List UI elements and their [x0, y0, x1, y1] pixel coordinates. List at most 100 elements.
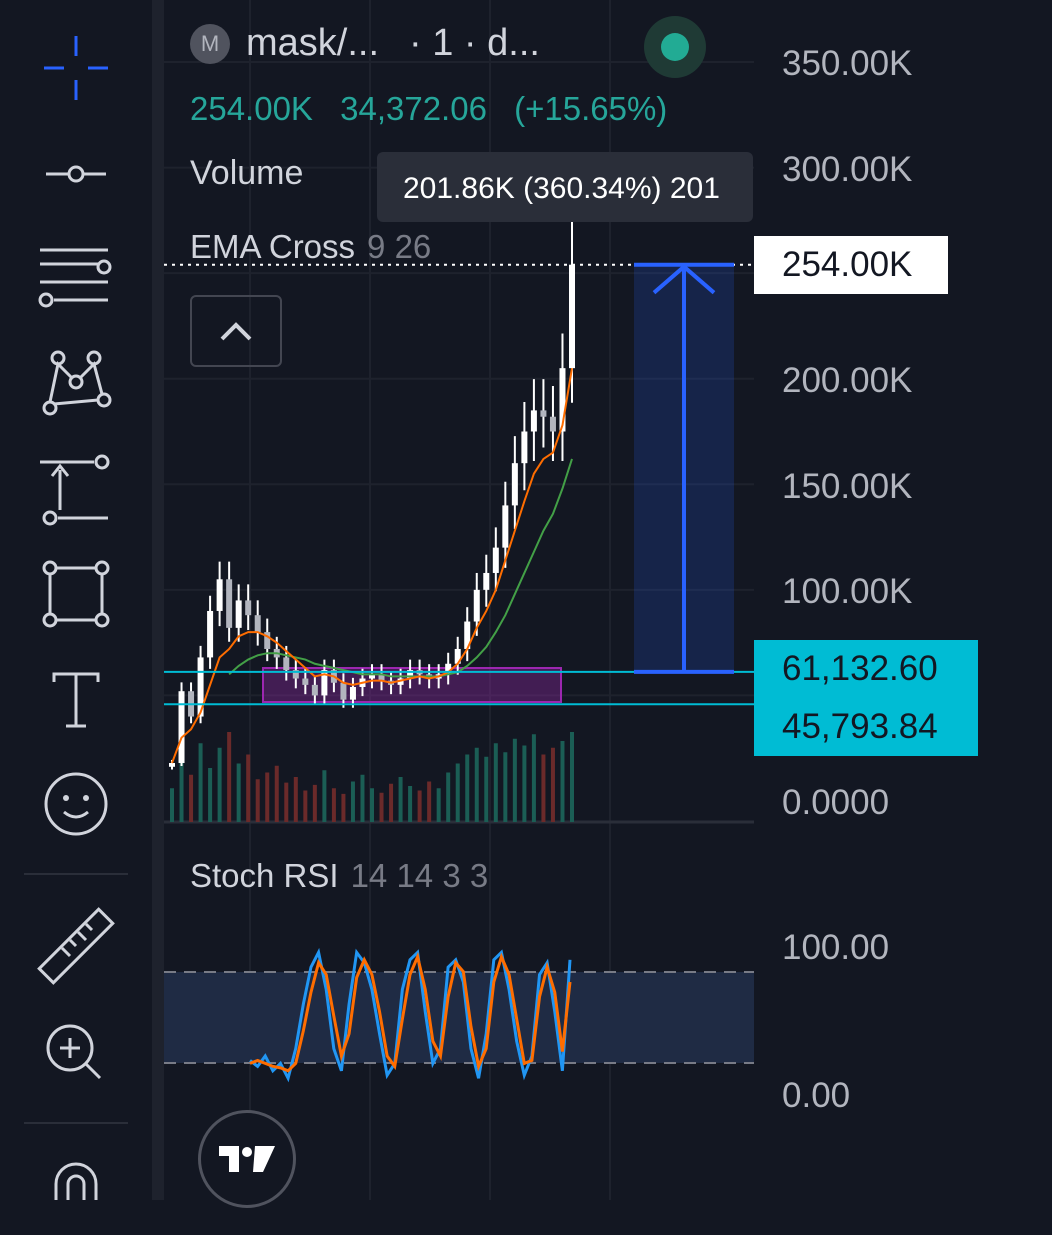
ema-params: 9 26: [367, 228, 432, 265]
interval-label: · 1 · d...: [409, 22, 540, 64]
quote-legend: 254.00K 34,372.06 (+15.65%): [190, 90, 685, 128]
symbol-legend[interactable]: M mask/... · 1 · d...: [190, 22, 540, 65]
stoch-y-tick-label: 100.00: [782, 928, 890, 967]
volume-bar: [493, 743, 498, 822]
y-tick-label: 300.00K: [782, 150, 913, 189]
candle-body: [502, 505, 509, 548]
volume-bar: [389, 783, 394, 822]
candle-body: [340, 682, 347, 700]
volume-tooltip-text: 201.86K (360.34%) 201: [403, 172, 720, 205]
candle-body: [521, 431, 528, 464]
volume-bar: [322, 770, 327, 822]
volume-bar: [522, 745, 527, 822]
volume-bar: [560, 741, 565, 822]
tradingview-logo-icon: [219, 1146, 275, 1172]
volume-bar: [284, 782, 289, 822]
candle-body: [492, 547, 499, 573]
volume-bar: [170, 788, 174, 822]
volume-bar: [198, 743, 203, 822]
volume-bar: [303, 790, 308, 822]
volume-bar: [436, 788, 441, 822]
candle-body: [283, 657, 290, 671]
candle-body: [349, 686, 356, 700]
y-tick-label: 100.00K: [782, 572, 913, 611]
candle-body: [207, 610, 214, 658]
volume-bar: [217, 747, 222, 822]
volume-bar: [455, 763, 460, 822]
tradingview-logo[interactable]: [198, 1110, 296, 1208]
volume-bar: [427, 781, 432, 822]
volume-bar: [350, 781, 355, 822]
volume-bar: [417, 790, 422, 822]
volume-bar: [189, 774, 194, 822]
candle-body: [540, 410, 547, 417]
symbol-name: mask/...: [246, 22, 380, 64]
volume-bar: [531, 734, 536, 822]
volume-bars: [170, 732, 574, 822]
ema-legend[interactable]: EMA Cross 9 26: [190, 228, 431, 266]
stoch-y-tick-label: 0.00: [782, 1076, 851, 1115]
candle-body: [302, 678, 309, 685]
volume-bar: [312, 784, 317, 822]
last-price: 254.00K: [190, 90, 313, 127]
candle-body: [511, 463, 518, 506]
candle-body: [216, 579, 223, 611]
price-range-measure: [634, 262, 734, 674]
hline-price-tag: 61,132.60: [754, 640, 978, 698]
volume-tooltip: 201.86K (360.34%) 201: [377, 152, 753, 222]
volume-bar: [255, 779, 260, 822]
volume-bar: [379, 792, 384, 822]
stoch-band: [164, 972, 754, 1063]
candle-body: [169, 762, 175, 767]
volume-bar: [474, 747, 479, 822]
volume-bar: [246, 754, 251, 822]
candle-body: [226, 579, 233, 628]
candle-body: [178, 691, 185, 763]
volume-bar: [293, 777, 298, 822]
candle-body: [549, 416, 556, 432]
volume-bar: [484, 756, 489, 822]
volume-bar: [265, 772, 270, 822]
volume-bar: [274, 765, 279, 822]
volume-bar: [331, 788, 336, 822]
y-tick-label: 150.00K: [782, 467, 913, 506]
stoch-label: Stoch RSI: [190, 857, 339, 894]
volume-bar: [512, 738, 517, 822]
coin-logo-icon: M: [190, 23, 230, 64]
collapse-legend-button[interactable]: [190, 295, 282, 367]
volume-bar: [179, 760, 184, 822]
volume-bar: [570, 732, 574, 822]
ema-label: EMA Cross: [190, 228, 356, 265]
volume-bar: [541, 754, 546, 822]
price-change: 34,372.06: [340, 90, 487, 127]
candle-body: [254, 615, 261, 633]
volume-bar: [227, 732, 232, 822]
candle-body: [569, 264, 575, 369]
volume-bar: [236, 763, 241, 822]
y-tick-label: 200.00K: [782, 361, 913, 400]
hline-price-tag: 45,793.84: [754, 698, 978, 756]
volume-bar: [208, 768, 213, 822]
candle-body: [235, 600, 242, 628]
last-price-tag: 254.00K: [754, 236, 948, 294]
volume-legend[interactable]: Volume: [190, 154, 303, 193]
y-tick-label: 0.0000: [782, 783, 890, 822]
volume-bar: [360, 774, 365, 822]
candle-body: [245, 600, 252, 616]
y-tick-label: 350.00K: [782, 44, 913, 83]
volume-bar: [503, 752, 508, 822]
candle-body: [483, 572, 490, 590]
stoch-params: 14 14 3 3: [350, 857, 489, 894]
volume-bar: [341, 793, 346, 822]
volume-bar: [446, 772, 451, 822]
chevron-up-icon: [220, 322, 252, 341]
volume-bar: [408, 786, 413, 822]
candle-body: [473, 589, 480, 622]
stoch-legend[interactable]: Stoch RSI 14 14 3 3: [190, 857, 488, 895]
volume-bar: [398, 777, 403, 822]
candle-body: [311, 684, 318, 696]
volume-bar: [465, 754, 470, 822]
market-status-icon[interactable]: [644, 16, 706, 78]
ema-slow-line: [228, 458, 573, 678]
volume-bar: [370, 788, 374, 822]
